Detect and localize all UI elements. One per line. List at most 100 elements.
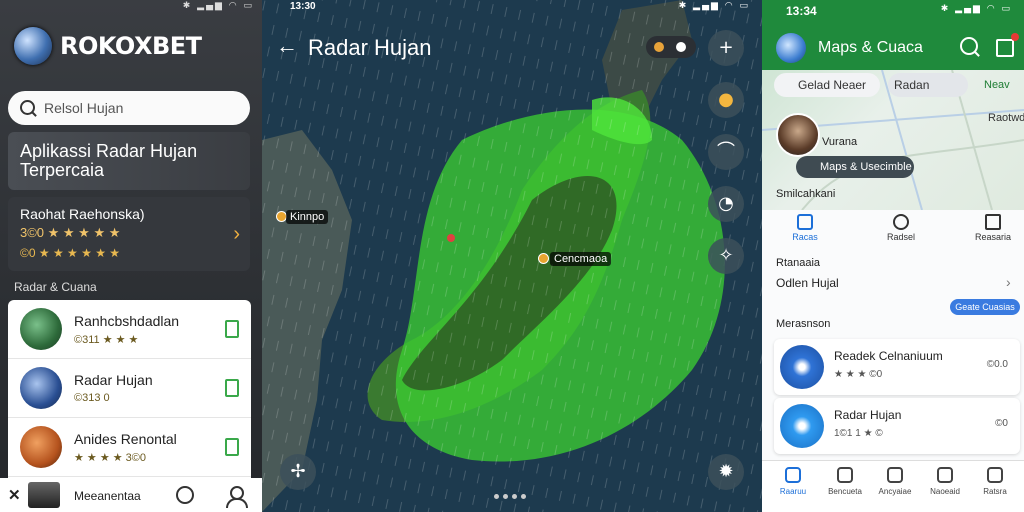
section-title: Radar & Cuana xyxy=(14,280,97,294)
radar-chip[interactable]: Radan xyxy=(888,73,968,97)
city-marker[interactable] xyxy=(538,253,549,264)
chart-icon xyxy=(797,214,813,230)
bottom-label: Meeanentaa xyxy=(74,489,141,503)
item-meta: 1©1 1 ★ © xyxy=(834,428,883,439)
chevron-right-icon[interactable]: › xyxy=(233,223,240,246)
section-title: Merasnson xyxy=(776,318,831,330)
chip-label: Maps & Usecimble xyxy=(820,161,912,173)
weather-badge[interactable] xyxy=(646,36,696,58)
list-item[interactable]: Readek Celnaniuum ★ ★ ★ ©0 ©0.0 xyxy=(774,339,1020,395)
clock-icon xyxy=(893,214,909,230)
tab-label: Radsel xyxy=(886,232,915,242)
item-name: Radar Hujan xyxy=(834,408,902,422)
search-icon[interactable] xyxy=(960,37,978,55)
city-label: Cencmaoa xyxy=(550,252,612,266)
globe-icon xyxy=(14,27,52,65)
back-arrow-icon[interactable]: ← xyxy=(276,33,298,59)
search-chip[interactable]: Gelad Neaer xyxy=(774,73,880,97)
status-time: 13:30 xyxy=(290,1,316,12)
home-icon xyxy=(785,467,801,483)
bag-icon[interactable] xyxy=(996,33,1019,57)
app-title: Maps & Cuaca xyxy=(818,39,923,56)
banner-text: Aplikassi Radar Hujan Terpercaia xyxy=(20,141,198,180)
tab-radar[interactable]: Racas xyxy=(770,208,840,252)
status-bar: 13:30 ✱ ▂▄▆ ◠ ▭ xyxy=(262,0,762,14)
tab-label: Reasaria xyxy=(974,232,1012,242)
list-item[interactable]: Ranhcbshdadlan ©311 ★ ★ ★ xyxy=(8,300,251,359)
row-label: Odlen Hujal xyxy=(776,276,839,290)
list-item[interactable]: Anides Renontal ★ ★ ★ ★ 3©0 xyxy=(8,418,251,477)
promo-banner[interactable]: Aplikassi Radar Hujan Terpercaia xyxy=(8,132,250,190)
radar-map[interactable] xyxy=(262,0,762,512)
city-label: Kinnpo xyxy=(286,210,329,224)
chat-bubble-icon[interactable]: ● xyxy=(708,82,744,118)
nav-notifications[interactable]: Bencueta xyxy=(820,467,870,496)
app-name: Radar Hujan xyxy=(74,372,153,388)
near-label[interactable]: Neav xyxy=(984,79,1010,91)
app-name: Anides Renontal xyxy=(74,431,177,447)
app-icon xyxy=(20,308,62,350)
app-icon xyxy=(780,404,824,448)
bottom-bar: ✕ Meeanentaa xyxy=(0,478,262,512)
status-icons: ✱ ▂▄▆ ◠ ▭ xyxy=(940,4,1012,14)
brand-name: ROKOXBET xyxy=(60,32,202,60)
sun-settings-icon[interactable]: ✹ xyxy=(708,454,744,490)
install-icon[interactable] xyxy=(225,379,239,397)
user-icon xyxy=(987,467,1003,483)
map-label: Raotwd xyxy=(988,112,1024,124)
item-meta: ★ ★ ★ ©0 xyxy=(834,369,883,380)
tab-bar: Racas Radsel Reasaria xyxy=(762,208,1024,252)
brand-logo: ROKOXBET xyxy=(14,26,202,66)
featured-meta: ©0 ★ ★ ★ ★ ★ ★ xyxy=(20,246,121,260)
layers-icon[interactable]: ◔ xyxy=(708,186,744,222)
wind-icon[interactable]: ⌒ xyxy=(708,134,744,170)
radar-map-screen: 13:30 ✱ ▂▄▆ ◠ ▭ ← Radar Hujan + ● ⌒ ◔ ✧ … xyxy=(262,0,762,512)
sun-icon xyxy=(654,42,664,52)
search-input[interactable]: Relsol Hujan xyxy=(8,91,250,125)
app-logo xyxy=(776,33,806,63)
bulb-icon xyxy=(937,467,953,483)
tab-reasaria[interactable]: Reasaria xyxy=(958,208,1024,252)
tab-radsel[interactable]: Radsel xyxy=(866,208,936,252)
chip-label: Radan xyxy=(894,78,930,92)
app-name: Ranhcbshdadlan xyxy=(74,313,180,329)
wind-turbine-icon[interactable]: ✢ xyxy=(280,454,316,490)
left-app-screen: ✱ ▂▄▆ ◠ ▭ ROKOXBET Relsol Hujan Aplikass… xyxy=(0,0,262,512)
list-row[interactable]: Odlen Hujal › xyxy=(776,274,1011,290)
list-item[interactable]: Radar Hujan ©313 0 xyxy=(8,359,251,418)
profile-label: Vurana xyxy=(822,136,858,148)
nav-analytics[interactable]: Ancyaiae xyxy=(870,467,920,496)
nav-label: Raaruu xyxy=(779,487,807,496)
nav-label: Ratsra xyxy=(983,487,1007,496)
status-icons: ✱ ▂▄▆ ◠ ▭ xyxy=(678,1,750,11)
list-item[interactable]: Radar Hujan 1©1 1 ★ © ©0 xyxy=(774,398,1020,454)
nav-tips[interactable]: Naoeaid xyxy=(920,467,970,496)
search-placeholder: Relsol Hujan xyxy=(44,100,124,116)
app-icon xyxy=(20,426,62,468)
tab-label: Racas xyxy=(792,232,818,242)
featured-card[interactable]: Raohat Raehonska) 3©0 ★ ★ ★ ★ ★ ©0 ★ ★ ★… xyxy=(8,197,250,271)
nav-home[interactable]: Raaruu xyxy=(768,467,818,496)
chart-icon xyxy=(887,467,903,483)
featured-rating: 3©0 ★ ★ ★ ★ ★ xyxy=(20,225,121,240)
install-icon[interactable] xyxy=(225,320,239,338)
zoom-in-button[interactable]: + xyxy=(708,30,744,66)
search-icon xyxy=(20,100,35,115)
cta-chip[interactable]: Geate Cuasias xyxy=(950,299,1020,315)
item-price: ©0 xyxy=(995,418,1008,429)
nav-profile[interactable]: Ratsra xyxy=(970,467,1020,496)
avatar[interactable] xyxy=(776,113,820,157)
bottom-nav: Raaruu Bencueta Ancyaiae Naoeaid Ratsra xyxy=(762,460,1024,512)
maps-chip[interactable]: Maps & Usecimble xyxy=(796,156,914,178)
device-thumbnail xyxy=(28,482,60,508)
status-bar: ✱ ▂▄▆ ◠ ▭ xyxy=(0,0,262,14)
nav-label: Bencueta xyxy=(828,487,862,496)
x-logo-icon[interactable]: ✕ xyxy=(8,486,26,504)
chat-icon[interactable] xyxy=(176,486,194,504)
section-title: Rtanaaia xyxy=(776,257,821,269)
install-icon[interactable] xyxy=(225,438,239,456)
featured-title: Raohat Raehonska) xyxy=(20,206,145,222)
compass-icon[interactable]: ✧ xyxy=(708,238,744,274)
page-title: Radar Hujan xyxy=(308,35,432,60)
chevron-right-icon[interactable]: › xyxy=(1006,274,1011,290)
